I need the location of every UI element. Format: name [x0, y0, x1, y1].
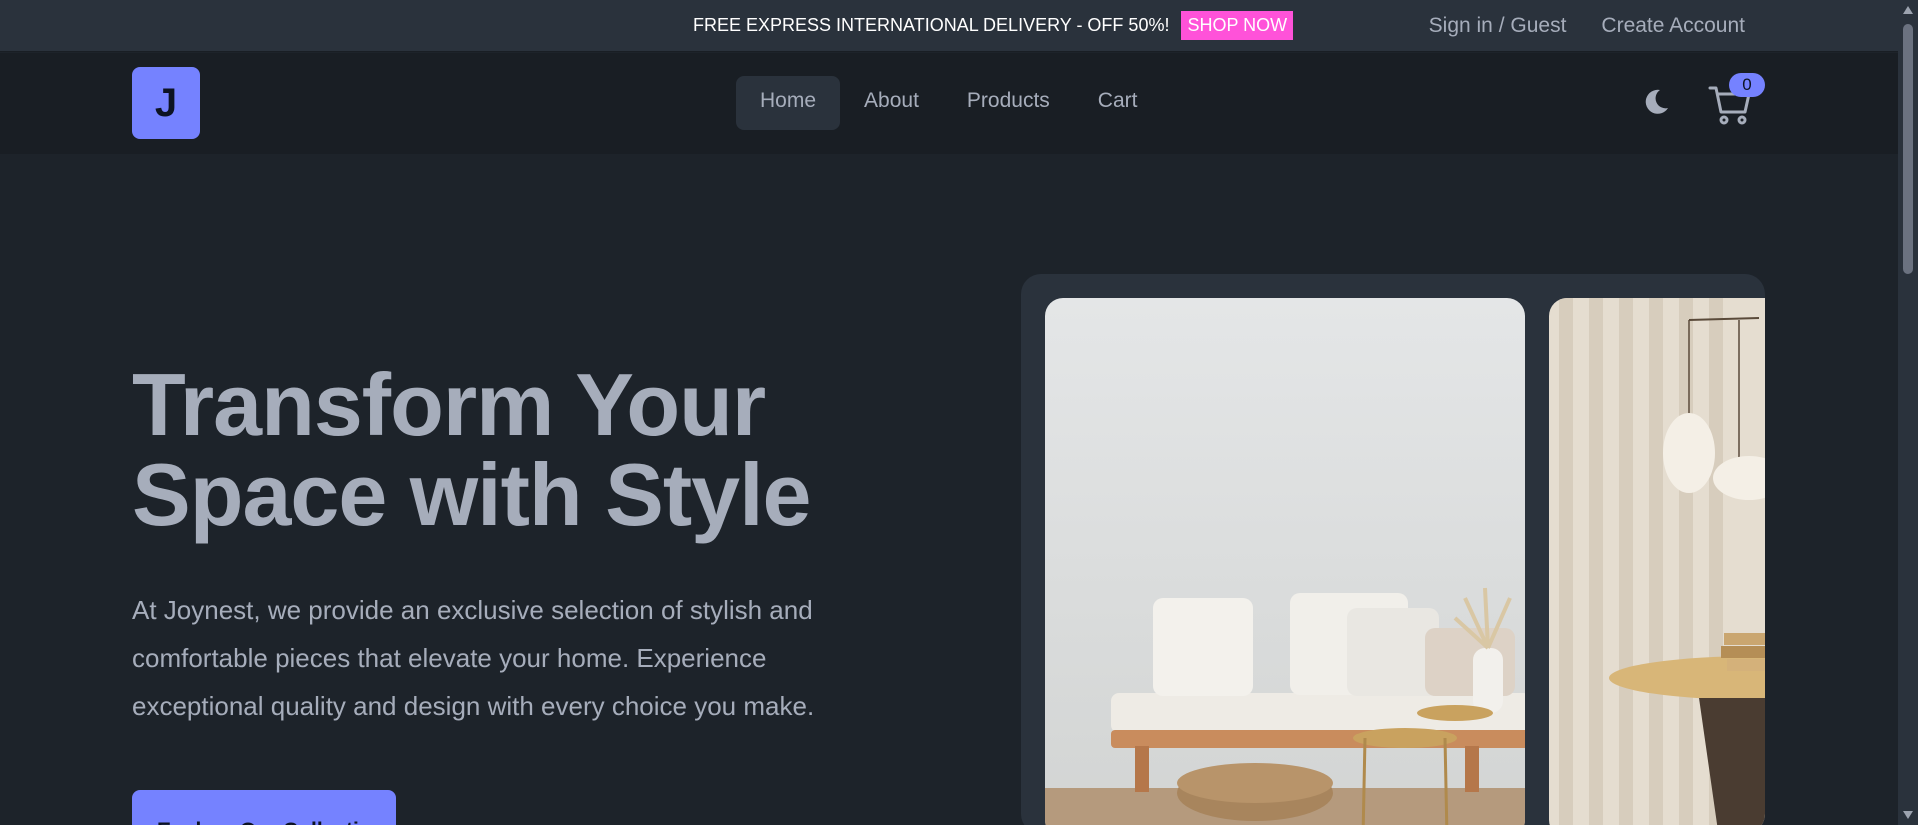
nav-item-about[interactable]: About: [840, 76, 943, 130]
cart-count-badge: 0: [1729, 73, 1765, 97]
promo-bar: FREE EXPRESS INTERNATIONAL DELIVERY - OF…: [0, 0, 1898, 52]
promo: FREE EXPRESS INTERNATIONAL DELIVERY - OF…: [693, 10, 1294, 40]
logo[interactable]: J: [132, 67, 200, 139]
explore-collection-button[interactable]: Explore Our Collection: [132, 790, 396, 825]
shop-now-button[interactable]: SHOP NOW: [1181, 10, 1294, 40]
vertical-scrollbar[interactable]: [1898, 0, 1918, 825]
create-account-link[interactable]: Create Account: [1601, 14, 1745, 38]
hero-title: Transform Your Space with Style: [132, 355, 811, 544]
scroll-up-arrow-icon[interactable]: [1902, 4, 1914, 16]
carousel-slide-sofa: [1045, 298, 1525, 825]
image-carousel[interactable]: [1021, 274, 1765, 825]
hero-title-line1: Transform Your: [132, 355, 766, 454]
carousel-slide-dining: [1549, 298, 1765, 825]
scroll-down-arrow-icon[interactable]: [1902, 809, 1914, 821]
hero-description: At Joynest, we provide an exclusive sele…: [132, 595, 815, 721]
hero-title-line2: Space with Style: [132, 445, 811, 544]
promo-text: FREE EXPRESS INTERNATIONAL DELIVERY - OF…: [693, 14, 1170, 35]
sign-in-link[interactable]: Sign in / Guest: [1429, 14, 1567, 38]
nav-item-home[interactable]: Home: [736, 76, 841, 130]
nav-item-cart[interactable]: Cart: [1074, 76, 1162, 130]
moon-icon[interactable]: [1640, 86, 1672, 118]
account-links: Sign in / Guest Create Account: [1429, 14, 1745, 38]
logo-letter: J: [154, 80, 178, 125]
navbar: J Home About Products Cart 0: [0, 53, 1898, 154]
main-menu: Home About Products Cart: [736, 76, 1161, 130]
nav-item-products[interactable]: Products: [943, 76, 1074, 130]
scrollbar-thumb[interactable]: [1903, 24, 1913, 274]
